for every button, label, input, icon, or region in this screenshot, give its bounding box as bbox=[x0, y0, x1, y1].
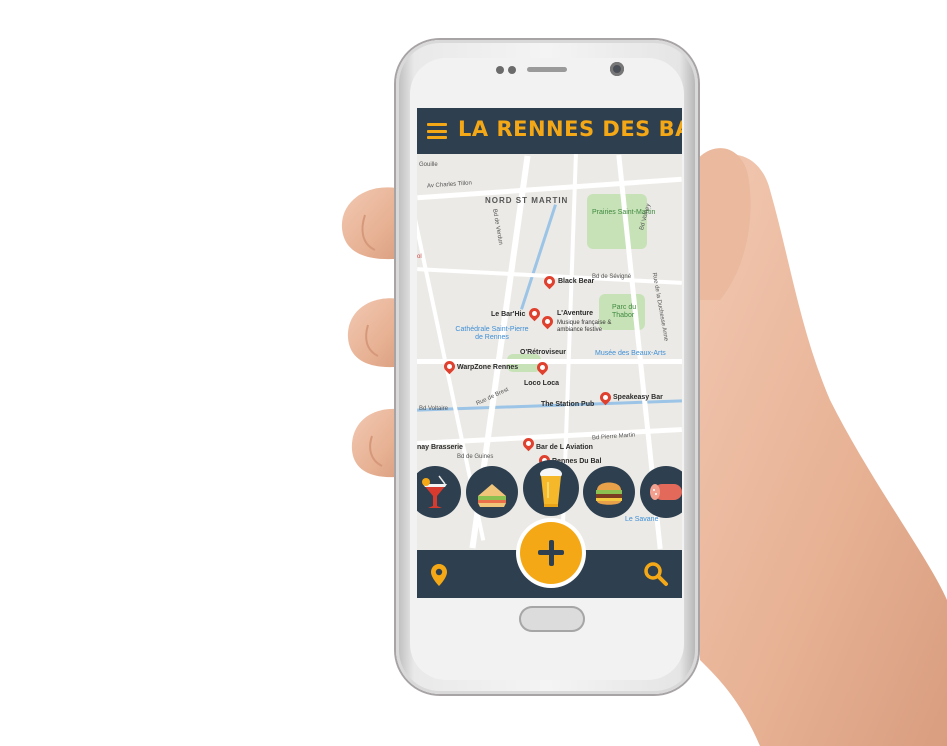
bar-label[interactable]: Le Bar'Hic bbox=[491, 311, 525, 318]
bar-label[interactable]: O'Rétroviseur bbox=[520, 349, 566, 356]
landmark-label: Musée des Beaux-Arts bbox=[595, 350, 666, 357]
river bbox=[520, 204, 557, 310]
category-burger[interactable] bbox=[583, 466, 635, 518]
street-label: Bd Voltaire bbox=[419, 406, 449, 412]
bar-label[interactable]: Speakeasy Bar bbox=[613, 394, 663, 401]
category-sandwich[interactable] bbox=[466, 466, 518, 518]
add-icon-stroke bbox=[548, 539, 554, 566]
burger-icon bbox=[596, 482, 622, 505]
bar-pin[interactable] bbox=[539, 313, 556, 330]
charcuterie-icon bbox=[650, 484, 682, 500]
bar-pin[interactable] bbox=[526, 305, 543, 322]
cocktail-icon bbox=[422, 475, 447, 508]
product-mockup: NORD ST MARTIN Prairies Saint-Martin Par… bbox=[0, 0, 947, 746]
street-label: ol bbox=[417, 254, 422, 260]
street-label: Bd de Sévigné bbox=[592, 274, 632, 280]
location-pin-icon[interactable] bbox=[429, 563, 449, 587]
bar-label[interactable]: Bar de L Aviation bbox=[536, 444, 593, 451]
earpiece bbox=[527, 67, 567, 72]
street-label: Gouille bbox=[419, 162, 438, 168]
search-icon[interactable] bbox=[643, 561, 669, 587]
park-prairies bbox=[587, 194, 647, 249]
bar-label[interactable]: The Station Pub bbox=[541, 401, 594, 408]
category-charcuterie[interactable] bbox=[640, 466, 682, 518]
add-button[interactable] bbox=[520, 522, 582, 584]
category-beer[interactable] bbox=[523, 460, 579, 516]
park-label: Parc du Thabor bbox=[612, 304, 637, 319]
hamburger-menu-icon[interactable] bbox=[427, 123, 447, 139]
bar-note: Musique française & ambiance festive bbox=[557, 320, 612, 333]
home-button[interactable] bbox=[519, 606, 585, 632]
street-label: Bd de Verdun bbox=[491, 208, 504, 246]
bar-label[interactable]: WarpZone Rennes bbox=[457, 364, 518, 371]
sensor-dot bbox=[496, 66, 504, 74]
beer-icon bbox=[540, 468, 562, 507]
category-cocktail[interactable] bbox=[417, 466, 461, 518]
bar-label[interactable]: Black Bear bbox=[558, 278, 594, 285]
sandwich-icon bbox=[478, 484, 506, 507]
bar-label[interactable]: nay Brasserie bbox=[417, 444, 463, 451]
bar-label[interactable]: L'Aventure bbox=[557, 310, 593, 317]
app-screen: NORD ST MARTIN Prairies Saint-Martin Par… bbox=[417, 108, 682, 598]
area-label: NORD ST MARTIN bbox=[485, 196, 569, 205]
app-header: LA RENNES DES BARS bbox=[417, 108, 682, 154]
street-label: Bd de Guines bbox=[457, 454, 494, 460]
street-label: Av Charles Tillon bbox=[426, 180, 473, 190]
app-title: LA RENNES DES BARS bbox=[458, 117, 682, 141]
landmark-label: Cathédrale Saint-Pierre de Rennes bbox=[455, 326, 529, 341]
front-camera bbox=[610, 62, 624, 76]
bar-label[interactable]: Loco Loca bbox=[524, 380, 559, 387]
sensor-dot bbox=[508, 66, 516, 74]
